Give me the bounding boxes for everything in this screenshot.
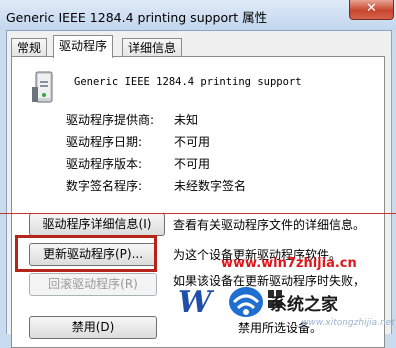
field-label: 驱动程序版本: (66, 157, 143, 171)
watermark-brand: 系统之家 (270, 295, 338, 315)
window-title: Generic IEEE 1284.4 printing support 属性 (6, 10, 268, 25)
close-button[interactable]: ✕ (349, 0, 394, 20)
field-label: 驱动程序提供商: (66, 113, 155, 127)
disable-button[interactable]: 禁用(D) (29, 316, 157, 339)
rollback-driver-button[interactable]: 回滚驱动程序(R) (29, 273, 157, 296)
printer-icon (32, 71, 53, 103)
driver-details-button[interactable]: 驱动程序详细信息(I) (29, 213, 165, 236)
highlight-box (15, 235, 157, 272)
rollback-driver-description: 如果该设备在更新驱动程序时失败， (173, 274, 366, 288)
field-value: 未知 (174, 113, 199, 127)
dialog-client: 常规 驱动程序 详细信息 Generic IEEE 1284.4 printin… (6, 30, 392, 348)
field-value: 不可用 (174, 135, 211, 149)
driver-name: Generic IEEE 1284.4 printing support (74, 76, 302, 88)
watermark-url: www.win7zhijia.cn (221, 256, 357, 271)
field-value: 未经数字签名 (174, 179, 247, 193)
driver-details-description: 查看有关驱动程序文件的详细信息。 (173, 218, 366, 232)
title-bar: Generic IEEE 1284.4 printing support 属性 … (0, 0, 396, 30)
field-label: 数字签名程序: (66, 179, 143, 193)
tab-strip: 常规 驱动程序 详细信息 (7, 35, 391, 58)
properties-window: Generic IEEE 1284.4 printing support 属性 … (0, 0, 396, 348)
watermark-site: www.xitongzhijia.net (301, 318, 395, 328)
tab-general[interactable]: 常规 (11, 38, 48, 57)
annotation-line (0, 213, 396, 214)
field-value: 不可用 (174, 157, 211, 171)
field-label: 驱动程序日期: (66, 135, 143, 149)
tab-driver[interactable]: 驱动程序 (53, 35, 114, 58)
tab-details[interactable]: 详细信息 (122, 38, 183, 57)
